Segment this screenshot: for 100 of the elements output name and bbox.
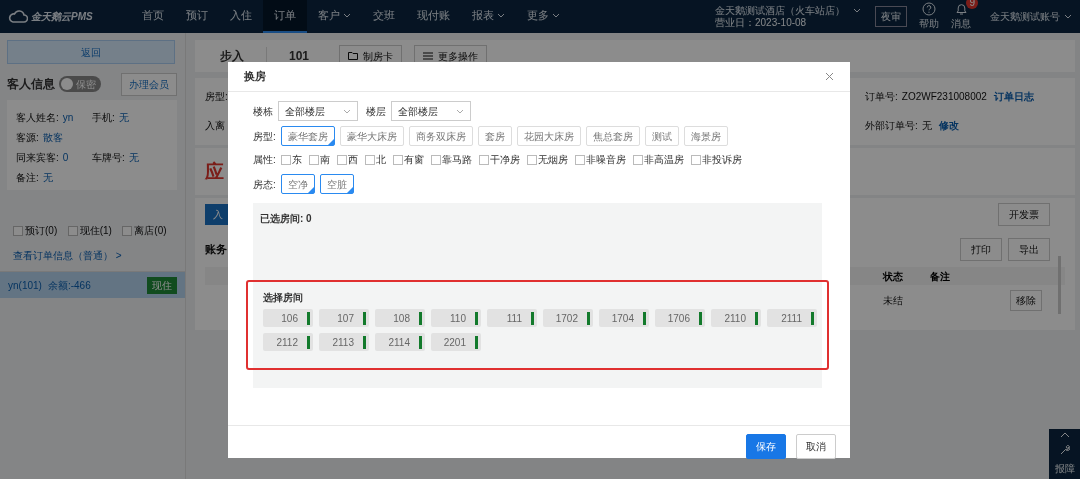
checkbox[interactable] bbox=[526, 154, 537, 165]
invoice-button[interactable]: 开发票 bbox=[998, 203, 1050, 226]
room-tile[interactable]: 2114 bbox=[375, 333, 425, 351]
checkbox[interactable] bbox=[122, 225, 133, 236]
filter-chip[interactable]: 海景房 bbox=[683, 126, 728, 146]
filter-chip[interactable]: 花园大床房 bbox=[516, 126, 581, 146]
field-label: 车牌号: bbox=[92, 150, 125, 165]
checkbox[interactable] bbox=[690, 154, 701, 165]
room-tile[interactable]: 1702 bbox=[543, 309, 593, 327]
chevron-down-icon bbox=[551, 13, 560, 18]
checkbox[interactable] bbox=[574, 154, 585, 165]
menu-item[interactable]: 订单 bbox=[262, 0, 307, 33]
menu-item[interactable]: 首页 bbox=[130, 0, 175, 33]
help-icon bbox=[922, 2, 936, 16]
checkbox-label: 无烟房 bbox=[537, 153, 568, 167]
filter-chip[interactable]: 商务双床房 bbox=[408, 126, 473, 146]
guest-row[interactable]: yn(101) 余额:-466 现住 bbox=[0, 272, 185, 298]
checkbox[interactable] bbox=[308, 154, 319, 165]
chevron-down-icon bbox=[496, 13, 505, 18]
business-day: 营业日：2023-10-08 bbox=[715, 16, 861, 29]
section-title: 客人信息 bbox=[7, 76, 55, 93]
room-tile[interactable]: 110 bbox=[431, 309, 481, 327]
checkbox-label: 靠马路 bbox=[441, 153, 472, 167]
order-info-link[interactable]: 查看订单信息（普通） > bbox=[13, 248, 122, 263]
room-status-bar bbox=[699, 311, 702, 325]
checkbox[interactable] bbox=[478, 154, 489, 165]
checkbox[interactable] bbox=[364, 154, 375, 165]
room-status-bar bbox=[307, 311, 310, 325]
help-button[interactable]: 帮助 bbox=[919, 2, 939, 31]
export-button[interactable]: 导出 bbox=[1008, 238, 1050, 261]
room-tile[interactable]: 1704 bbox=[599, 309, 649, 327]
room-status-bar bbox=[419, 311, 422, 325]
chevron-down-icon bbox=[343, 108, 351, 114]
checkbox[interactable] bbox=[67, 225, 78, 236]
close-icon[interactable] bbox=[825, 72, 834, 81]
field-label: 房型: bbox=[205, 90, 228, 104]
room-tile[interactable]: 2112 bbox=[263, 333, 313, 351]
menu-item[interactable]: 报表 bbox=[460, 0, 516, 33]
field-label: 手机: bbox=[92, 110, 115, 125]
menu-item[interactable]: 客户 bbox=[306, 0, 362, 33]
filter-chip[interactable]: 测试 bbox=[644, 126, 679, 146]
menu-item[interactable]: 交班 bbox=[361, 0, 406, 33]
checkbox-label: 非高温房 bbox=[643, 153, 684, 167]
menu-item[interactable]: 更多 bbox=[515, 0, 571, 33]
room-status-bar bbox=[531, 311, 534, 325]
save-button[interactable]: 保存 bbox=[746, 433, 786, 459]
chevron-down-icon bbox=[1064, 14, 1072, 19]
room-tile[interactable]: 2110 bbox=[711, 309, 761, 327]
dropdown-field[interactable]: 全部楼层 bbox=[391, 101, 471, 121]
field-value: yn bbox=[62, 110, 74, 125]
checkbox-label: 干净房 bbox=[489, 153, 520, 167]
chevron-down-icon bbox=[456, 108, 464, 114]
room-status-bar bbox=[475, 335, 478, 349]
checkbox[interactable] bbox=[336, 154, 347, 165]
field-label: 客人姓名: bbox=[16, 110, 59, 125]
room-tile[interactable]: 2111 bbox=[767, 309, 817, 327]
member-button[interactable]: 办理会员 bbox=[121, 72, 177, 96]
menu-item[interactable]: 现付账 bbox=[405, 0, 461, 33]
status-badge: 现住 bbox=[147, 276, 177, 294]
checkbox[interactable] bbox=[632, 154, 643, 165]
room-tile[interactable]: 107 bbox=[319, 309, 369, 327]
back-button[interactable]: 返回 bbox=[7, 40, 175, 64]
link[interactable]: 修改 bbox=[938, 118, 959, 133]
night-audit-button[interactable]: 夜审 bbox=[875, 6, 907, 27]
room-status-bar bbox=[475, 311, 478, 325]
room-tile[interactable]: 108 bbox=[375, 309, 425, 327]
field-label: 房态: bbox=[253, 177, 276, 192]
filter-chip[interactable]: 套房 bbox=[477, 126, 512, 146]
checkbox-label: 现住(1) bbox=[79, 224, 112, 238]
cancel-button[interactable]: 取消 bbox=[796, 433, 836, 459]
checkbox[interactable] bbox=[13, 225, 23, 236]
room-tile[interactable]: 2113 bbox=[319, 333, 369, 351]
report-fault-label[interactable]: 报障 bbox=[1054, 461, 1075, 476]
room-tile[interactable]: 2201 bbox=[431, 333, 481, 351]
account-name[interactable]: 金天鹅测试账号 bbox=[990, 9, 1060, 24]
remove-button[interactable]: 移除 bbox=[1010, 289, 1042, 311]
hotel-name[interactable]: 金天鹅测试酒店（火车站店） bbox=[715, 4, 845, 17]
chevron-down-icon bbox=[342, 13, 351, 18]
room-tile[interactable]: 106 bbox=[263, 309, 313, 327]
guest-name: yn(101) bbox=[8, 278, 42, 293]
filter-chip[interactable]: 豪华套房 bbox=[280, 126, 335, 146]
filter-chip[interactable]: 豪华大床房 bbox=[339, 126, 404, 146]
filter-chip[interactable]: 空脏 bbox=[319, 174, 354, 194]
checkbox-label: 非投诉房 bbox=[701, 153, 742, 167]
post-button[interactable]: 入 bbox=[205, 204, 231, 225]
menu-item[interactable]: 入住 bbox=[218, 0, 263, 33]
print-button[interactable]: 打印 bbox=[960, 238, 1002, 261]
room-tile[interactable]: 111 bbox=[487, 309, 537, 327]
link[interactable]: 订单日志 bbox=[993, 89, 1034, 104]
checkbox[interactable] bbox=[430, 154, 441, 165]
checkbox[interactable] bbox=[280, 154, 291, 165]
room-status-bar bbox=[307, 335, 310, 349]
filter-chip[interactable]: 焦总套房 bbox=[585, 126, 640, 146]
room-tile[interactable]: 1706 bbox=[655, 309, 705, 327]
menu-item[interactable]: 预订 bbox=[174, 0, 219, 33]
checkbox-label: 预订(0) bbox=[25, 224, 58, 238]
checkbox[interactable] bbox=[392, 154, 403, 165]
dropdown-field[interactable]: 全部楼层 bbox=[278, 101, 358, 121]
filter-chip[interactable]: 空净 bbox=[280, 174, 315, 194]
field-label: 备注: bbox=[16, 170, 39, 185]
